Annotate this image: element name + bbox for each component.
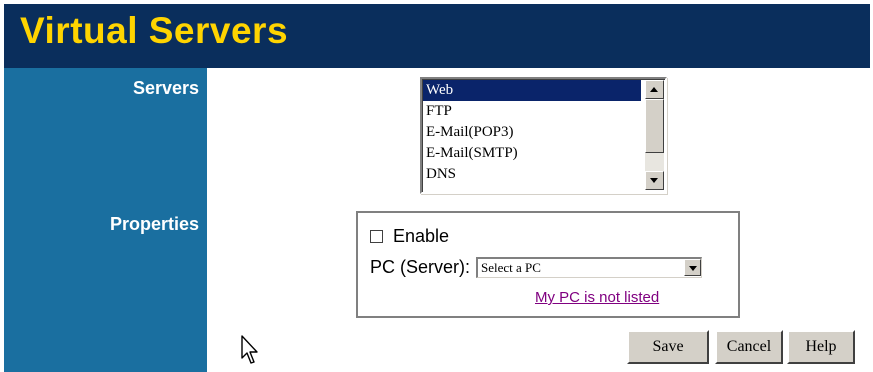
list-item-email-pop3[interactable]: E-Mail(POP3)	[423, 122, 641, 143]
enable-checkbox[interactable]	[370, 230, 383, 243]
servers-list: Web FTP E-Mail(POP3) E-Mail(SMTP) DNS	[423, 80, 641, 190]
list-item-web[interactable]: Web	[423, 80, 641, 101]
servers-label: Servers	[132, 78, 199, 98]
help-button[interactable]: Help	[787, 330, 855, 364]
arrow-down-icon	[650, 178, 658, 183]
pc-select-dropdown-button[interactable]	[684, 259, 702, 276]
listbox-scrollbar[interactable]	[645, 80, 664, 190]
list-item-ftp[interactable]: FTP	[423, 101, 641, 122]
scroll-down-button[interactable]	[645, 171, 664, 190]
properties-panel: Enable PC (Server): Select a PC My PC is…	[356, 211, 740, 318]
pc-select-value: Select a PC	[481, 260, 541, 275]
title-bar: Virtual Servers	[4, 4, 870, 68]
properties-label: Properties	[109, 214, 199, 234]
enable-label: Enable	[393, 226, 450, 246]
page-title: Virtual Servers	[20, 10, 289, 51]
list-item-dns[interactable]: DNS	[423, 164, 641, 185]
servers-listbox[interactable]: Web FTP E-Mail(POP3) E-Mail(SMTP) DNS	[420, 77, 667, 194]
sidebar: Servers Properties	[4, 68, 207, 372]
pc-row: PC (Server): Select a PC	[370, 257, 703, 278]
chevron-down-icon	[689, 266, 698, 271]
arrow-up-icon	[650, 87, 658, 92]
cancel-button[interactable]: Cancel	[715, 330, 783, 364]
enable-row: Enable	[370, 226, 449, 247]
save-button[interactable]: Save	[627, 330, 709, 364]
pc-not-listed-link[interactable]: My PC is not listed	[535, 289, 659, 306]
pc-server-select[interactable]: Select a PC	[476, 257, 703, 278]
pc-server-label: PC (Server):	[370, 257, 471, 277]
list-item-email-smtp[interactable]: E-Mail(SMTP)	[423, 143, 641, 164]
scroll-thumb[interactable]	[645, 99, 664, 153]
mouse-pointer-icon	[241, 335, 258, 364]
scroll-up-button[interactable]	[645, 80, 664, 99]
